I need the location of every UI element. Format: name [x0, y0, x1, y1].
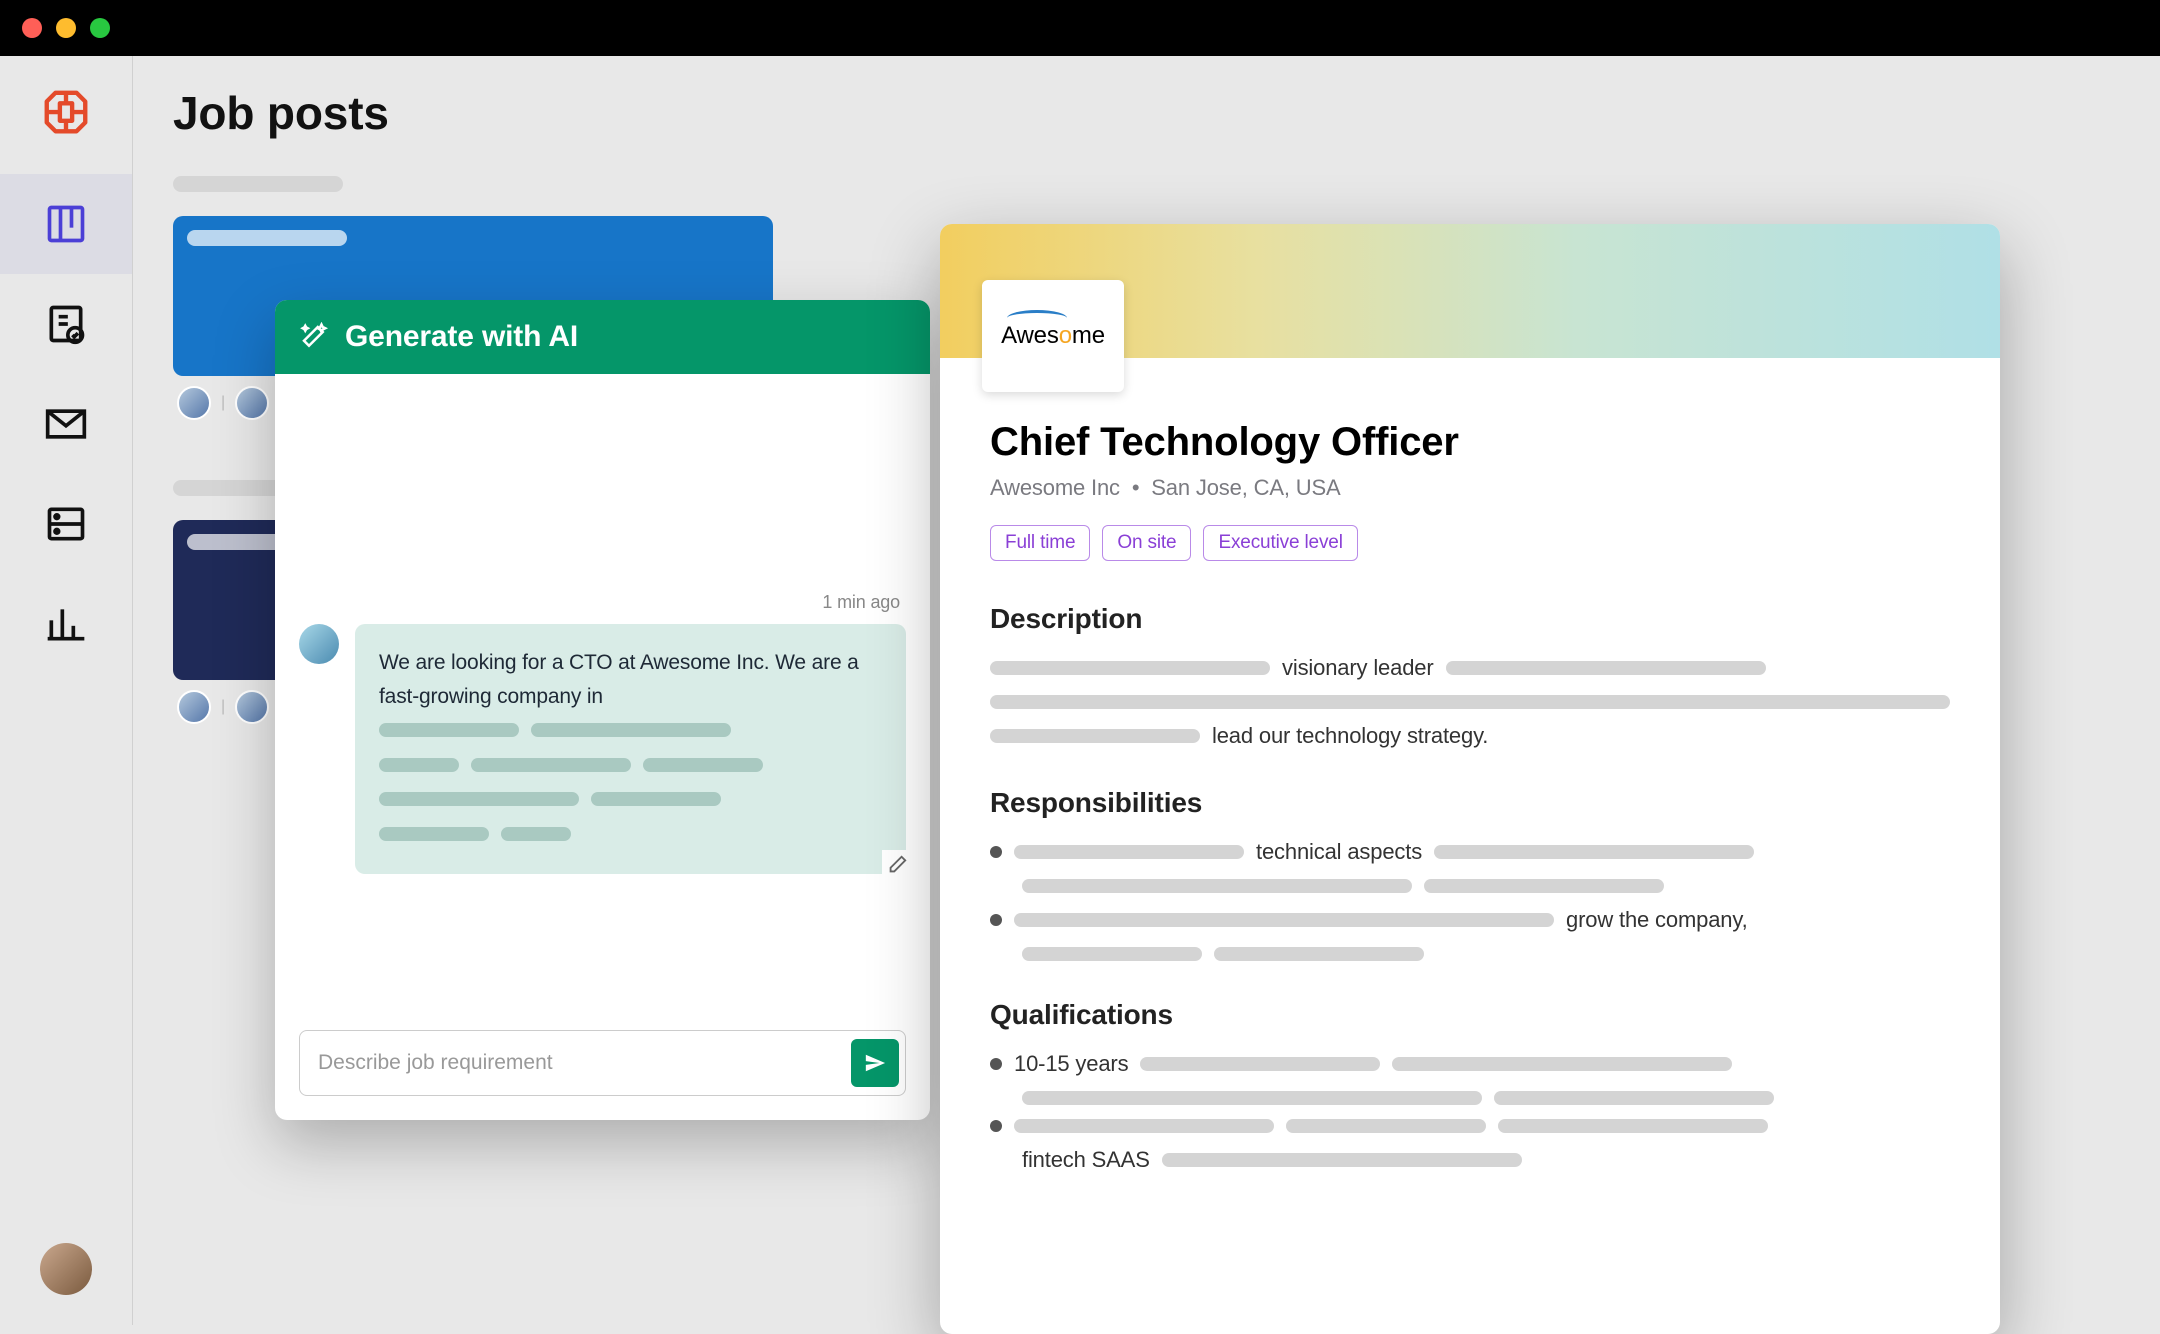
ai-panel-header: Generate with AI — [275, 300, 930, 374]
sidebar-item-analytics[interactable] — [0, 574, 132, 674]
sidebar-item-tasks[interactable] — [0, 274, 132, 374]
ai-input-container — [299, 1030, 906, 1096]
job-detail-card: Awesome Chief Technology Officer Awesome… — [940, 224, 2000, 1334]
job-title: Chief Technology Officer — [990, 420, 1950, 465]
magic-wand-icon — [299, 322, 329, 352]
assignee-avatar[interactable] — [177, 690, 211, 724]
job-tag: Executive level — [1203, 525, 1357, 561]
send-button[interactable] — [851, 1039, 899, 1087]
message-text: We are looking for a CTO at Awesome Inc.… — [379, 651, 859, 708]
sidebar — [0, 56, 132, 1325]
sidebar-item-board[interactable] — [0, 174, 132, 274]
assignee-avatar[interactable] — [235, 690, 269, 724]
user-message-bubble: We are looking for a CTO at Awesome Inc.… — [355, 624, 906, 874]
user-avatar[interactable] — [40, 1243, 92, 1295]
minimize-window-button[interactable] — [56, 18, 76, 38]
job-tag: On site — [1102, 525, 1191, 561]
responsibilities-section: Responsibilities technical aspects grow … — [990, 787, 1950, 961]
job-tags: Full time On site Executive level — [990, 525, 1950, 561]
job-tag: Full time — [990, 525, 1090, 561]
ai-panel-title: Generate with AI — [345, 320, 578, 354]
maximize-window-button[interactable] — [90, 18, 110, 38]
sidebar-item-mail[interactable] — [0, 374, 132, 474]
company-logo: Awesome — [982, 280, 1124, 392]
assignee-avatar[interactable] — [177, 386, 211, 420]
section-heading: Qualifications — [990, 999, 1950, 1031]
ai-prompt-input[interactable] — [318, 1037, 851, 1089]
edit-icon[interactable] — [882, 850, 912, 880]
message-timestamp: 1 min ago — [822, 592, 900, 613]
send-icon — [864, 1052, 886, 1074]
close-window-button[interactable] — [22, 18, 42, 38]
assignee-avatar[interactable] — [235, 386, 269, 420]
user-avatar — [299, 624, 339, 664]
ai-generate-panel: Generate with AI 1 min ago We are lookin… — [275, 300, 930, 1120]
column-header-skeleton — [173, 176, 343, 192]
section-heading: Responsibilities — [990, 787, 1950, 819]
page-title: Job posts — [173, 86, 2120, 140]
window-titlebar — [0, 0, 2160, 56]
section-heading: Description — [990, 603, 1950, 635]
app-logo — [34, 80, 98, 144]
job-banner: Awesome — [940, 224, 2000, 358]
qualifications-section: Qualifications 10-15 years fintech SAAS — [990, 999, 1950, 1173]
sidebar-item-database[interactable] — [0, 474, 132, 574]
job-meta: Awesome Inc • San Jose, CA, USA — [990, 475, 1950, 501]
description-section: Description visionary leader lead our te… — [990, 603, 1950, 749]
